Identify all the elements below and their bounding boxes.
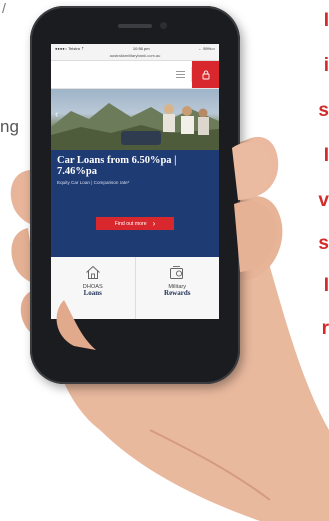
hand-fingers-overlay xyxy=(56,141,277,350)
